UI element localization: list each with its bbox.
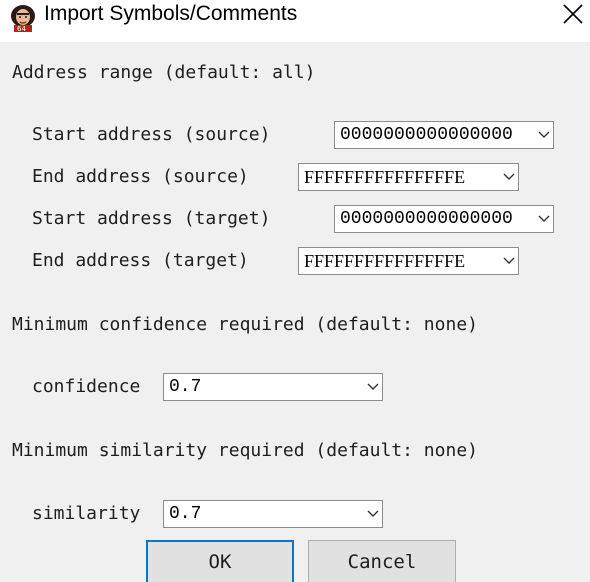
start-address-source-select[interactable]: 0000000000000000 [334, 121, 554, 149]
end-address-target-select[interactable]: FFFFFFFFFFFFFFFE [298, 247, 519, 275]
svg-text:64: 64 [17, 25, 26, 32]
chevron-down-icon [503, 257, 515, 264]
end-address-target-label: End address (target) [32, 250, 249, 271]
start-address-target-label: Start address (target) [32, 208, 271, 229]
window-title: Import Symbols/Comments [44, 2, 298, 25]
chevron-down-icon [367, 383, 379, 390]
end-address-target-value: FFFFFFFFFFFFFFFE [304, 251, 466, 271]
similarity-select[interactable]: 0.7 [163, 500, 383, 528]
chevron-down-icon [538, 215, 550, 222]
cancel-button[interactable]: Cancel [308, 540, 456, 582]
end-address-source-select[interactable]: FFFFFFFFFFFFFFFE [298, 163, 519, 191]
title-bar: 64 Import Symbols/Comments [0, 0, 590, 42]
confidence-value: 0.7 [169, 377, 202, 397]
similarity-label: similarity [32, 503, 141, 524]
close-icon [563, 4, 583, 24]
import-symbols-dialog: 64 Import Symbols/Comments Address range… [0, 0, 590, 582]
confidence-label: confidence [32, 376, 141, 397]
similarity-value: 0.7 [169, 504, 202, 524]
avatar-app-icon: 64 [11, 5, 35, 32]
start-address-target-select[interactable]: 0000000000000000 [334, 205, 554, 233]
chevron-down-icon [503, 173, 515, 180]
end-address-source-label: End address (source) [32, 166, 249, 187]
start-address-source-label: Start address (source) [32, 124, 271, 145]
similarity-heading: Minimum similarity required (default: no… [12, 440, 478, 461]
address-range-heading: Address range (default: all) [12, 62, 316, 83]
start-address-target-value: 0000000000000000 [340, 209, 513, 229]
chevron-down-icon [538, 131, 550, 138]
end-address-source-value: FFFFFFFFFFFFFFFE [304, 167, 466, 187]
close-button[interactable] [556, 0, 590, 30]
confidence-heading: Minimum confidence required (default: no… [12, 314, 478, 335]
start-address-source-value: 0000000000000000 [340, 125, 513, 145]
ok-button[interactable]: OK [146, 540, 294, 582]
chevron-down-icon [367, 510, 379, 517]
confidence-select[interactable]: 0.7 [163, 373, 383, 401]
